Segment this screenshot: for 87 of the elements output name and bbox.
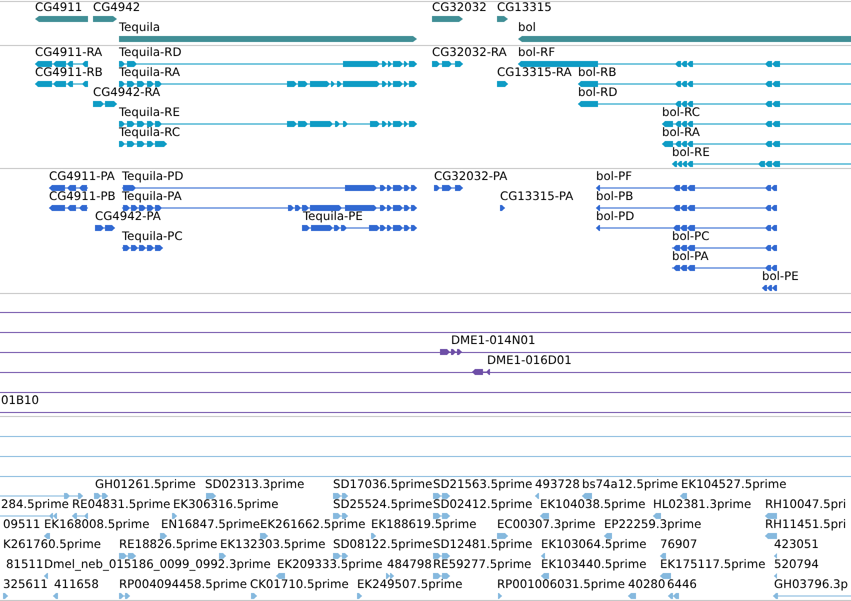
feature-label: EK132303.5prime [220,538,326,551]
feature-label: RP004094458.5prime [119,578,247,591]
feature-label: EK175117.5prime [660,558,766,571]
feature-label: bol-RD [578,86,618,99]
feature-label: EK249507.5prime [357,578,462,591]
feature-label: SD08122.5prime [333,538,432,551]
feature-label: EK209333.5prime [277,558,382,571]
feature-label: Tequila-RC [119,126,180,139]
feature-label: EK103440.5prime [541,558,646,571]
feature-label: CG32032-PA [434,170,508,183]
feature-label: CG13315-PA [500,190,574,203]
feature-label: EN16847.5prime [161,518,260,531]
feature-label: CG4911 [35,1,82,14]
feature-label: 493728 [535,478,580,491]
feature-label: SD21563.5prime [433,478,532,491]
feature-label: bol-RA [662,126,700,139]
feature-label: RE18826.5prime [119,538,218,551]
feature-label: SD02412.5prime [433,498,532,511]
feature-label: 325611 [3,578,48,591]
feature-label: bs74a12.5prime [582,478,678,491]
feature-label: Tequila-PE [303,210,363,223]
feature-label: CG32032 [432,1,487,14]
feature-label: Tequila-RE [119,106,180,119]
feature-label: RE59277.5prime [433,558,532,571]
feature-label: SD12481.5prime [433,538,532,551]
feature-label: CG13315 [497,1,552,14]
feature-label: K261760.5prime [3,538,101,551]
feature-label: Tequila [119,21,160,34]
feature-label: Dmel_neb_015186_0099_0992.3prime [44,558,271,571]
feature-label: SD17036.5prime [333,478,432,491]
feature-label: 423051 [774,538,819,551]
feature-label: CG4911-RB [35,66,103,79]
feature-label: CG13315-RA [497,66,572,79]
feature-label: bol-RC [662,106,700,119]
feature-label: Tequila-RA [119,66,180,79]
feature-label: CG4942-PA [95,210,161,223]
feature-label: Tequila-RD [119,46,182,59]
feature-label: 284.5prime [1,498,69,511]
feature-label: EC00307.3prime [497,518,596,531]
feature-label: GH01261.5prime [95,478,196,491]
feature-label: Tequila-PA [122,190,182,203]
feature-label: bol-PA [672,250,709,263]
feature-label: 40280 [628,578,666,591]
feature-label: CG4911-PA [49,170,115,183]
feature-label: bol-PD [596,210,634,223]
feature-label: bol-PC [672,230,710,243]
feature-label: bol-PF [596,170,632,183]
feature-label: CG4911-RA [35,46,102,59]
feature-label: EP22259.3prime [604,518,702,531]
feature-label: RE04831.5prime [72,498,170,511]
feature-label: 484798 [387,558,432,571]
feature-label: EK168008.5prime [44,518,150,531]
feature-label: SD25524.5prime [333,498,432,511]
feature-label: EK104038.5prime [540,498,646,511]
feature-label: EK104527.5prime [681,478,786,491]
feature-label: 76907 [660,538,698,551]
feature-label: 09511 [3,518,40,531]
feature-label: bol-RE [672,146,710,159]
feature-label: bol-RF [518,46,556,59]
feature-label: CG4942 [93,1,140,14]
feature-label: DME1-016D01 [487,354,572,367]
feature-label: 411658 [54,578,99,591]
feature-label: HL02381.3prime [653,498,752,511]
feature-label: RP001006031.5prime [497,578,625,591]
feature-label: bol-RB [578,66,616,79]
feature-label: CK01710.5prime [250,578,349,591]
feature-label: 6446 [667,578,697,591]
feature-label: Tequila-PC [122,230,183,243]
feature-label: CG32032-RA [432,46,507,59]
feature-label: EK261662.5prime [260,518,366,531]
feature-label: EK306316.5prime [173,498,278,511]
feature-label: CG4911-PB [49,190,116,203]
feature-label: 520794 [774,558,819,571]
feature-label: 81511 [6,558,44,571]
feature-label: CG4942-RA [93,86,160,99]
feature-label: EK103064.5prime [541,538,646,551]
feature-label: 01B10 [1,394,39,407]
feature-label: DME1-014N01 [451,334,536,347]
feature-label: SD02313.3prime [205,478,304,491]
feature-label: EK188619.5prime [371,518,476,531]
feature-label: RH10047.5pri [765,498,846,511]
feature-label: RH11451.5pri [765,518,846,531]
feature-label: Tequila-PD [122,170,184,183]
feature-label: bol-PE [762,270,799,283]
feature-label: GH03796.3p [774,578,848,591]
feature-label: bol-PB [596,190,634,203]
feature-label: bol [518,21,536,34]
